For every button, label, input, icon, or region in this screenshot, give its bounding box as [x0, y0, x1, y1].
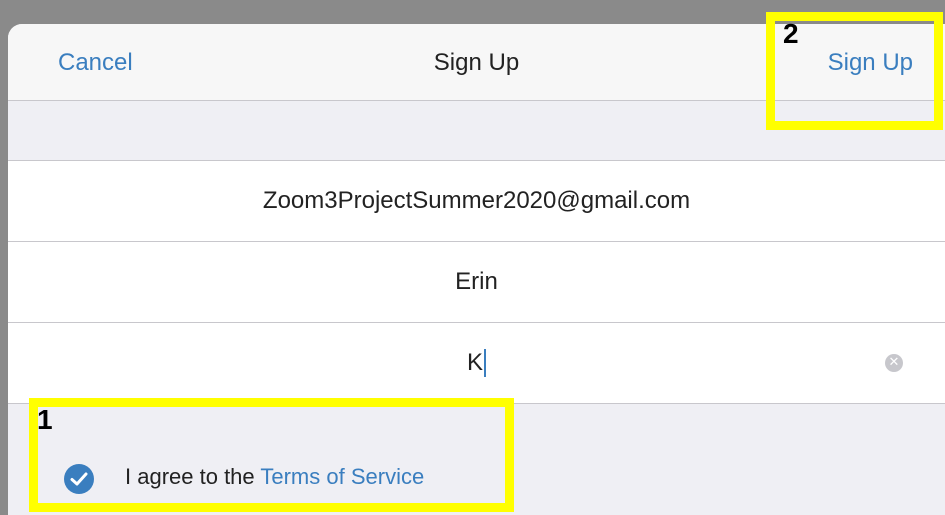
signup-form: Zoom3ProjectSummer2020@gmail.com Erin K …: [8, 160, 945, 404]
highlight-box-1: [29, 398, 514, 512]
email-field[interactable]: Zoom3ProjectSummer2020@gmail.com: [8, 161, 945, 242]
last-name-value: K: [466, 349, 483, 376]
first-name-value: Erin: [455, 268, 498, 295]
annotation-label-1: 1: [37, 404, 53, 435]
text-cursor: [484, 349, 486, 377]
last-name-field[interactable]: K ✕: [8, 323, 945, 404]
email-value: Zoom3ProjectSummer2020@gmail.com: [262, 187, 691, 214]
first-name-field[interactable]: Erin: [8, 242, 945, 323]
clear-text-icon[interactable]: ✕: [885, 354, 903, 372]
annotation-label-2: 2: [783, 18, 799, 49]
